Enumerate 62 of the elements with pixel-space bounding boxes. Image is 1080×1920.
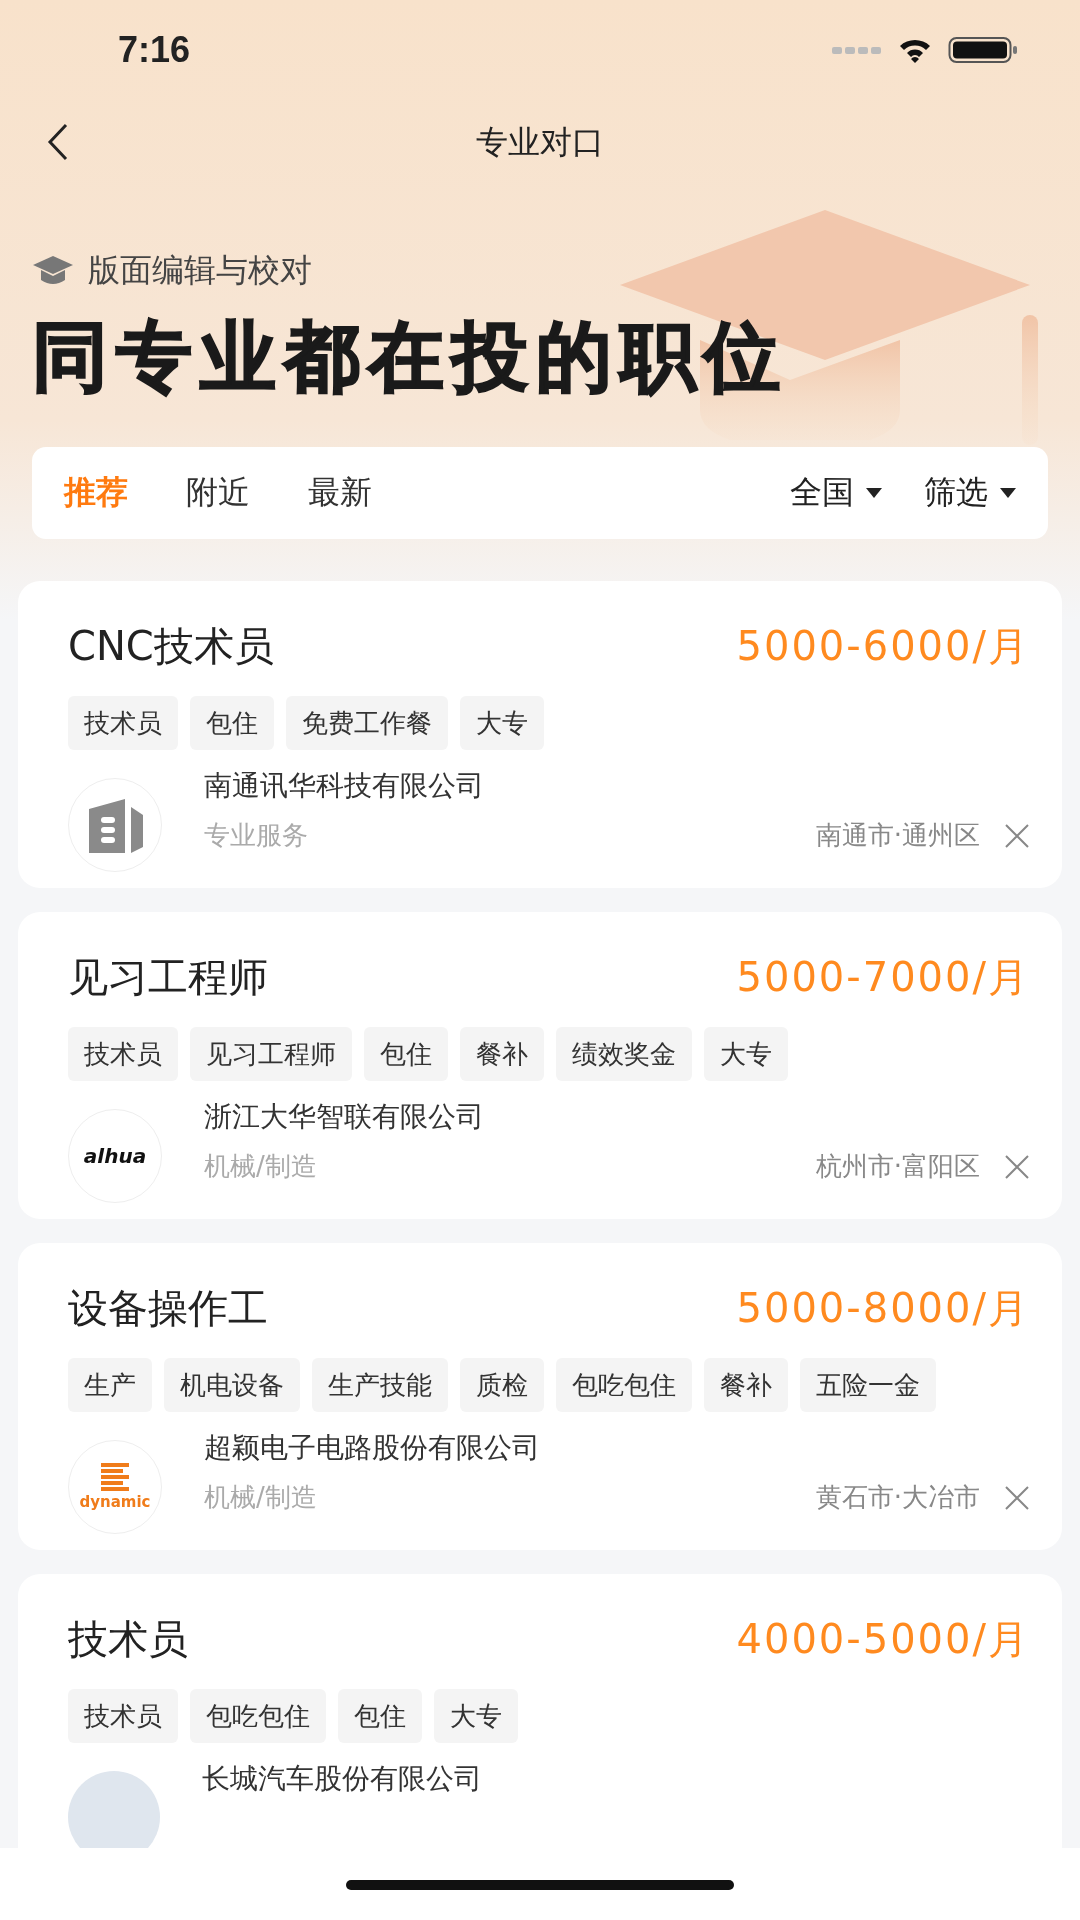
- job-card[interactable]: 技术员 4000-5000/月 技术员 包吃包住 包住 大专 长城汽车股份有限公司: [18, 1574, 1062, 1848]
- company-name: 超颖电子电路股份有限公司: [204, 1430, 541, 1466]
- job-card[interactable]: 见习工程师 5000-7000/月 技术员 见习工程师 包住 餐补 绩效奖金 大专 alhua 浙江大华智联有限公司 机械/制造 杭州市·富阳区: [18, 912, 1062, 1219]
- job-tag: 大专: [704, 1027, 788, 1081]
- caret-icon: [1000, 487, 1016, 499]
- job-tag: 技术员: [68, 696, 178, 750]
- salary: 5000-6000/月: [736, 622, 1030, 671]
- job-title: 技术员: [68, 1615, 188, 1664]
- job-tag: 技术员: [68, 1027, 178, 1081]
- job-tag: 五险一金: [800, 1358, 936, 1412]
- location-label: 南通市·通州区: [815, 819, 980, 852]
- battery-icon: [948, 35, 1018, 65]
- industry-label: 机械/制造: [204, 1150, 318, 1183]
- job-tag: 包住: [364, 1027, 448, 1081]
- company-name: 长城汽车股份有限公司: [202, 1761, 483, 1797]
- job-tag: 机电设备: [164, 1358, 300, 1412]
- job-tag: 生产: [68, 1358, 152, 1412]
- caret-icon: [866, 487, 882, 499]
- job-tag: 餐补: [704, 1358, 788, 1412]
- headline: 同专业都在投的职位: [32, 311, 789, 403]
- company-name: 南通讯华科技有限公司: [204, 768, 485, 804]
- job-title: CNC技术员: [68, 622, 274, 671]
- close-icon[interactable]: [1004, 1153, 1030, 1180]
- salary: 5000-8000/月: [736, 1284, 1030, 1333]
- page-title: 专业对口: [476, 121, 604, 163]
- filter-tab[interactable]: 最新: [308, 471, 372, 515]
- wifi-icon: [898, 37, 932, 63]
- industry-label: 专业服务: [204, 819, 309, 852]
- job-card[interactable]: CNC技术员 5000-6000/月 技术员 包住 免费工作餐 大专 南通讯华科技有限公司 专业服务 南通市·通州区: [18, 581, 1062, 888]
- job-tag: 包住: [338, 1689, 422, 1743]
- filter-dropdown[interactable]: 全国: [790, 471, 882, 515]
- company-logo: dynamic: [68, 1440, 162, 1534]
- close-icon[interactable]: [1004, 822, 1030, 849]
- job-tag: 生产技能: [312, 1358, 448, 1412]
- filter-dropdown[interactable]: 筛选: [924, 471, 1016, 515]
- job-tag: 技术员: [68, 1689, 178, 1743]
- company-name: 浙江大华智联有限公司: [204, 1099, 485, 1135]
- job-tag: 包住: [190, 696, 274, 750]
- job-tag: 免费工作餐: [286, 696, 448, 750]
- back-icon[interactable]: [46, 122, 70, 162]
- job-title: 见习工程师: [68, 953, 268, 1002]
- filter-tab[interactable]: 附近: [186, 471, 250, 515]
- industry-label: 机械/制造: [204, 1481, 318, 1514]
- salary: 4000-5000/月: [736, 1615, 1030, 1664]
- job-tag: 质检: [460, 1358, 544, 1412]
- major-label: 版面编辑与校对: [88, 250, 312, 291]
- job-tag: 大专: [460, 696, 544, 750]
- company-logo: alhua: [68, 1109, 162, 1203]
- job-tag: 大专: [434, 1689, 518, 1743]
- signal-icon: [832, 45, 882, 55]
- job-tag: 见习工程师: [190, 1027, 352, 1081]
- job-tag: 包吃包住: [190, 1689, 326, 1743]
- status-time: 7:16: [118, 29, 191, 71]
- location-label: 杭州市·富阳区: [815, 1150, 980, 1183]
- job-tag: 包吃包住: [556, 1358, 692, 1412]
- job-tag: 餐补: [460, 1027, 544, 1081]
- location-label: 黄石市·大冶市: [815, 1481, 980, 1514]
- salary: 5000-7000/月: [736, 953, 1030, 1002]
- job-tag: 绩效奖金: [556, 1027, 692, 1081]
- job-title: 设备操作工: [68, 1284, 268, 1333]
- close-icon[interactable]: [1004, 1484, 1030, 1511]
- job-card[interactable]: 设备操作工 5000-8000/月 生产 机电设备 生产技能 质检 包吃包住 餐补 五险一金 dynamic 超颖电子电路股份有限公司 机械/制造 黄石市·大冶市: [18, 1243, 1062, 1550]
